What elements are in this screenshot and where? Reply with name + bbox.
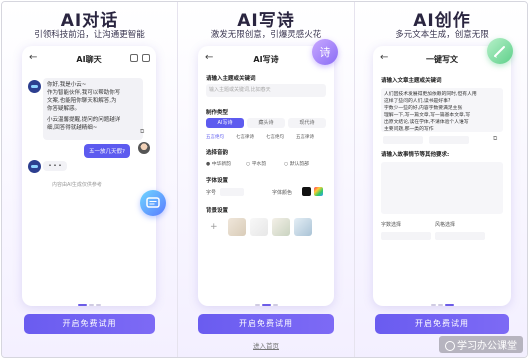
type-label: 制作类型 (206, 110, 229, 116)
add-background-icon[interactable]: + (210, 222, 218, 232)
background-thumb[interactable] (294, 218, 312, 236)
panel-ai-chat: AI对话 引领科技前沿，让沟通更智能 ← AI聊天 你好,我是小云~ 作为智能伙… (2, 2, 177, 357)
free-trial-button[interactable]: 开启免费试用 (198, 314, 334, 334)
color-swatch-black[interactable] (302, 187, 311, 196)
phone-screen: ← 一键写文 请输入文章主题或关键词 人们因技术发展得更加依赖的同时,但有人用 … (373, 46, 511, 306)
style-select[interactable] (435, 232, 485, 240)
font-color-label: 字体颜色 (272, 190, 293, 196)
topic-label: 请输入文章主题或关键词 (381, 78, 442, 84)
bot-message: 你好,我是小云~ 作为智能伙伴,我可以帮助你写 文案,也能陪你聊天和解答,为 你… (43, 78, 143, 140)
voice-option[interactable]: ○ 平水韵 (246, 160, 266, 167)
type-option-acrostic[interactable]: 藏头诗 (247, 118, 285, 128)
intro-text: 文案,也能陪你聊天和解答,为 (47, 98, 117, 104)
pager-dots (355, 294, 527, 306)
font-size-select[interactable] (220, 188, 244, 196)
screenshot-frame: AI对话 引领科技前沿，让沟通更智能 ← AI聊天 你好,我是小云~ 作为智能伙… (1, 1, 528, 358)
word-count-select[interactable] (381, 232, 431, 240)
copy-icon[interactable]: ⧉ (493, 135, 497, 143)
intro-text: 你答疑解惑。 (47, 106, 81, 112)
panel-subtitle: 激发无限创意，引爆灵感火花 (210, 30, 322, 40)
story-textarea[interactable] (381, 162, 503, 214)
panel-subtitle: 引领科技前沿，让沟通更智能 (34, 30, 145, 40)
form-option[interactable]: 五言律诗 (296, 134, 314, 140)
enter-home-link[interactable]: 进入首页 (178, 340, 354, 350)
free-trial-button[interactable]: 开启免费试用 (24, 314, 155, 334)
voice-label: 选择音韵 (206, 150, 229, 156)
poem-badge-icon: 诗 (312, 39, 338, 65)
font-size-label: 字号 (206, 190, 217, 196)
watermark-icon (445, 341, 455, 351)
background-thumb[interactable] (250, 218, 268, 236)
free-trial-button[interactable]: 开启免费试用 (375, 314, 509, 334)
theme-label: 请输入主题或关键词 (206, 76, 256, 82)
pen-icon (487, 38, 513, 64)
story-label: 请输入故事情节等其他要求: (381, 152, 450, 158)
intro-text: 作为智能伙伴,我可以帮助你写 (47, 90, 121, 96)
type-option-modern[interactable]: 现代诗 (288, 118, 326, 128)
background-thumb[interactable] (272, 218, 290, 236)
delete-icon[interactable] (142, 54, 150, 62)
phone-screen: ← AI聊天 你好,我是小云~ 作为智能伙伴,我可以帮助你写 文案,也能陪你聊天… (22, 46, 156, 306)
tips-text: 小云温馨提醒,提问的问题越详 (47, 117, 121, 123)
chat-bubble-icon (140, 190, 166, 216)
panel-ai-poem: AI写诗 激发无限创意，引爆灵感火花 ← AI写诗 请输入主题或关键词 输入主题… (178, 2, 354, 357)
ai-disclaimer: 内容由AI生成仅供参考 (52, 182, 102, 188)
option-select[interactable] (383, 136, 423, 144)
voice-option[interactable]: ● 中华新韵 (206, 160, 231, 167)
phone-screen: ← AI写诗 请输入主题或关键词 输入主题或关键词,比如春天 制作类型 AI写诗… (198, 46, 334, 306)
voice-option[interactable]: ○ 默认韵部 (284, 160, 309, 167)
form-option[interactable]: 五言绝句 (206, 134, 224, 140)
copy-icon[interactable]: ⧉ (140, 128, 144, 136)
style-label: 风格选择 (435, 222, 456, 228)
user-avatar (138, 142, 150, 154)
history-icon[interactable] (130, 54, 138, 62)
color-picker-icon[interactable] (314, 187, 323, 196)
form-option[interactable]: 七言绝句 (266, 134, 284, 140)
type-option-ai-poem[interactable]: AI写诗 (206, 118, 244, 128)
pager-dots (2, 294, 177, 306)
option-select[interactable] (429, 136, 469, 144)
tips-text: 细,回答得就越精细~ (47, 125, 98, 131)
form-option[interactable]: 七言律诗 (236, 134, 254, 140)
font-label: 字体设置 (206, 178, 229, 184)
greeting-text: 你好,我是小云~ (47, 82, 87, 88)
screen-header: ← AI聊天 (22, 52, 156, 68)
typing-indicator: • • • (43, 161, 67, 171)
panel-ai-writing: AI创作 多元文本生成，创意无限 ← 一键写文 请输入文章主题或关键词 人们因技… (355, 2, 527, 357)
topic-textarea[interactable]: 人们因技术发展得更加依赖的同时,但有人用 这样了些问的人们,读书是好事? 字数少… (381, 88, 503, 132)
watermark: 学习办公课堂 (439, 336, 523, 353)
pager-dots (178, 294, 354, 306)
word-count-label: 字数选择 (381, 222, 402, 228)
bot-avatar (28, 160, 41, 173)
bot-avatar (28, 80, 41, 93)
theme-input[interactable]: 输入主题或关键词,比如春天 (206, 84, 326, 97)
background-thumb[interactable] (228, 218, 246, 236)
bg-label: 背景设置 (206, 208, 229, 214)
user-message: 五一放几天假? (84, 144, 130, 158)
